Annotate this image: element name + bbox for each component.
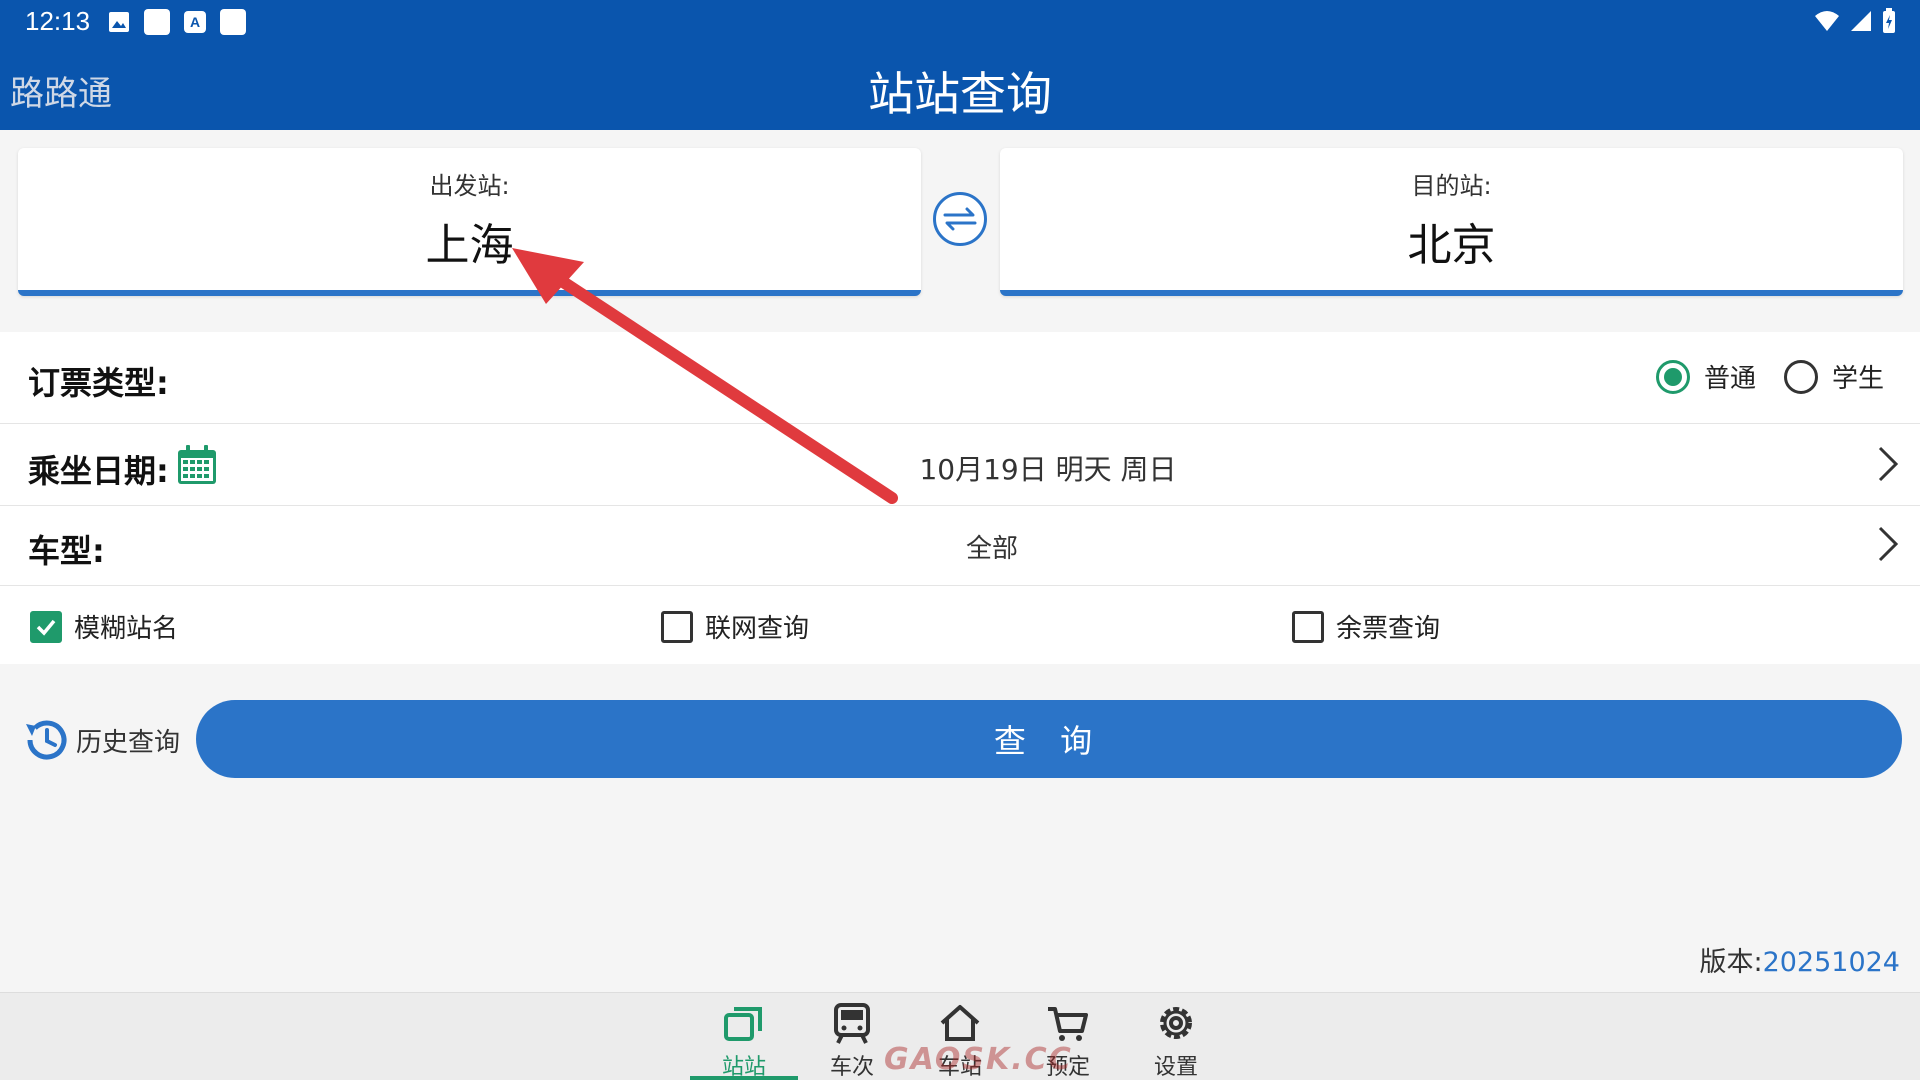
layers-icon: [724, 1007, 762, 1041]
nav-station-to-station-label: 站站: [721, 1055, 766, 1080]
fuzzy-station-checkbox[interactable]: 模糊站名: [30, 608, 178, 645]
cart-icon: [1048, 1007, 1088, 1041]
signal-icon: [1851, 11, 1871, 31]
app-bar: 路路通 站站查询: [0, 44, 1920, 130]
status-bar: 12:13 A: [0, 0, 1920, 44]
page-title: 站站查询: [868, 67, 1052, 121]
query-button[interactable]: 查 询: [196, 700, 1902, 778]
checkbox-unchecked-icon: [661, 610, 693, 643]
nav-settings-label: 设置: [1153, 1055, 1198, 1080]
remaining-tickets-checkbox[interactable]: 余票查询: [1292, 608, 1440, 645]
status-system-icons: [1814, 8, 1896, 34]
nav-station-to-station[interactable]: 站站: [690, 993, 798, 1080]
notification-square-icon-2: [220, 9, 246, 35]
chevron-right-icon: [1878, 446, 1899, 482]
nav-booking-label: 预定: [1045, 1055, 1090, 1080]
fuzzy-station-label: 模糊站名: [74, 614, 179, 644]
wifi-icon: [1815, 11, 1839, 31]
status-notification-icons: A: [108, 9, 246, 35]
radio-student-label: 学生: [1831, 364, 1884, 394]
checkbox-checked-icon: [30, 610, 62, 643]
ticket-type-label: 订票类型:: [28, 364, 169, 402]
nav-booking[interactable]: 预定: [1014, 993, 1122, 1080]
history-query-label: 历史查询: [76, 727, 181, 758]
nav-station[interactable]: 车站: [906, 993, 1014, 1080]
gear-icon: [1160, 1007, 1192, 1039]
a-notification-icon: A: [184, 11, 206, 33]
train-type-value: 全部: [965, 534, 1018, 564]
radio-unselected-icon: [1783, 359, 1818, 394]
station-selection: 出发站: 上海 目的站: 北京: [0, 130, 1920, 332]
online-query-label: 联网查询: [705, 614, 810, 644]
radio-selected-icon: [1655, 359, 1690, 394]
query-options-row: 模糊站名 联网查询 余票查询: [0, 586, 1920, 664]
version-number: 20251024: [1762, 947, 1900, 978]
online-query-checkbox[interactable]: 联网查询: [661, 608, 809, 645]
destination-station-label: 目的站:: [1411, 172, 1492, 200]
bottom-navigation: 站站 车次 车站 预定 设置: [0, 992, 1920, 1080]
chevron-right-icon-2: [1878, 526, 1899, 562]
departure-station-label: 出发站:: [429, 172, 510, 200]
swap-stations-button[interactable]: [933, 192, 987, 246]
history-icon: [26, 720, 67, 760]
travel-date-value: 10月19日 明天 周日: [919, 453, 1177, 486]
query-options-panel: 订票类型: 普通 学生 乘坐日期: 10月19日 明天 周日 车型: 全部 模糊…: [0, 332, 1920, 664]
ticket-type-radio-group: 普通 学生: [1655, 358, 1884, 395]
version-info: 版本:20251024: [1699, 940, 1900, 979]
train-icon: [834, 1003, 870, 1044]
home-icon: [940, 1005, 980, 1041]
version-label: 版本:: [1699, 947, 1763, 978]
image-notification-icon: [109, 12, 129, 32]
checkbox-unchecked-icon-2: [1292, 610, 1324, 643]
train-type-row[interactable]: 车型: 全部: [0, 506, 1920, 586]
nav-settings[interactable]: 设置: [1122, 993, 1230, 1080]
nav-train-number-label: 车次: [829, 1055, 874, 1080]
destination-station-value: 北京: [1407, 220, 1496, 271]
nav-train-number[interactable]: 车次: [798, 993, 906, 1080]
nav-station-label: 车站: [937, 1055, 982, 1080]
history-query-button[interactable]: 历史查询: [20, 714, 180, 766]
radio-normal-label: 普通: [1703, 364, 1756, 394]
ticket-type-row: 订票类型: 普通 学生: [0, 332, 1920, 424]
notification-square-icon: [144, 9, 170, 35]
travel-date-row[interactable]: 乘坐日期: 10月19日 明天 周日: [0, 424, 1920, 506]
departure-station-field[interactable]: 出发站: 上海: [18, 148, 921, 296]
status-time: 12:13: [25, 6, 91, 36]
swap-icon: [943, 207, 977, 231]
radio-normal-ticket[interactable]: 普通: [1655, 358, 1756, 395]
radio-student-ticket[interactable]: 学生: [1783, 358, 1884, 395]
battery-icon: [1883, 8, 1895, 33]
destination-station-field[interactable]: 目的站: 北京: [1000, 148, 1903, 296]
remaining-tickets-label: 余票查询: [1336, 614, 1441, 644]
departure-station-value: 上海: [425, 220, 514, 271]
